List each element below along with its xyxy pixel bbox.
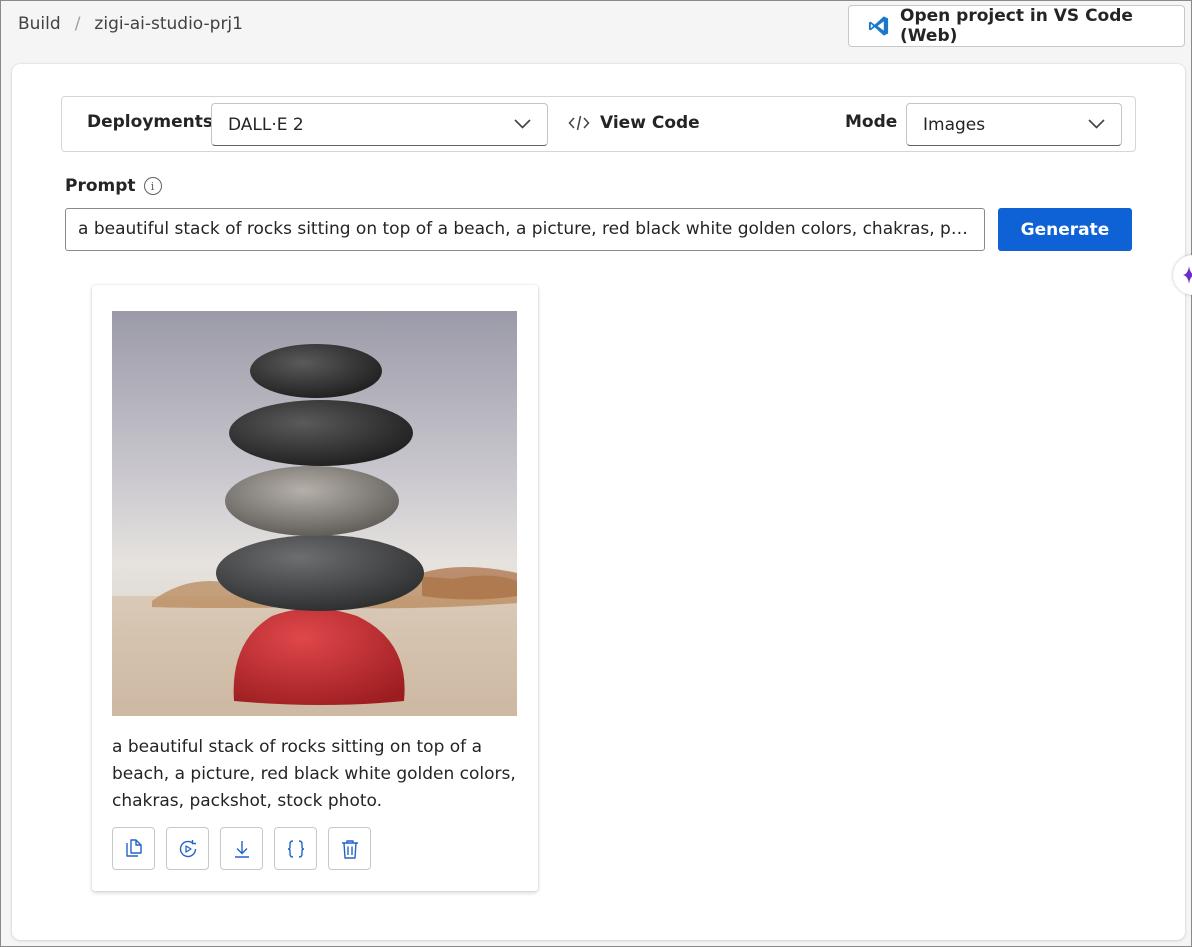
mode-label: Mode — [845, 112, 898, 132]
copy-button[interactable] — [112, 827, 155, 870]
view-code-button[interactable]: View Code — [568, 113, 700, 133]
generated-image-card: a beautiful stack of rocks sitting on to… — [92, 285, 538, 891]
delete-icon — [341, 839, 358, 859]
top-bar: Build / zigi-ai-studio-prj1 Open project… — [1, 1, 1191, 53]
generate-button[interactable]: Generate — [998, 208, 1132, 251]
download-icon — [234, 840, 249, 858]
json-icon — [287, 839, 304, 858]
chevron-down-icon — [514, 119, 531, 129]
download-button[interactable] — [220, 827, 263, 870]
prompt-input[interactable]: a beautiful stack of rocks sitting on to… — [65, 208, 985, 251]
info-icon[interactable]: i — [143, 177, 162, 195]
playground-panel: Deployments DALL·E 2 View Code Mode Imag… — [12, 64, 1185, 940]
deployment-value: DALL·E 2 — [228, 114, 304, 135]
json-button[interactable] — [274, 827, 317, 870]
breadcrumb-build[interactable]: Build — [18, 14, 61, 34]
code-icon — [568, 115, 590, 131]
delete-button[interactable] — [328, 827, 371, 870]
sparkle-icon — [1183, 266, 1192, 284]
prompt-label: Prompt — [65, 176, 136, 196]
breadcrumb: Build / zigi-ai-studio-prj1 — [18, 14, 243, 34]
copy-icon — [125, 838, 142, 857]
image-actions — [112, 827, 371, 870]
open-vscode-label: Open project in VS Code (Web) — [900, 6, 1133, 46]
breadcrumb-project[interactable]: zigi-ai-studio-prj1 — [94, 14, 243, 34]
vscode-icon — [868, 16, 889, 36]
play-regenerate-icon — [179, 839, 196, 857]
mode-value: Images — [923, 114, 986, 135]
mode-dropdown[interactable]: Images — [906, 103, 1122, 146]
view-code-label: View Code — [600, 113, 700, 133]
generated-image[interactable] — [112, 311, 517, 716]
open-vscode-button[interactable]: Open project in VS Code (Web) — [848, 5, 1185, 47]
regenerate-button[interactable] — [166, 827, 209, 870]
deployments-label: Deployments — [87, 112, 213, 132]
app-frame: Build / zigi-ai-studio-prj1 Open project… — [0, 0, 1192, 947]
image-caption: a beautiful stack of rocks sitting on to… — [112, 737, 516, 811]
prompt-label-row: Prompt i — [65, 176, 162, 196]
breadcrumb-separator: / — [74, 14, 81, 34]
chevron-down-icon — [1088, 119, 1105, 129]
settings-toolbar: Deployments DALL·E 2 View Code Mode Imag… — [61, 96, 1136, 152]
deployment-dropdown[interactable]: DALL·E 2 — [211, 103, 548, 146]
